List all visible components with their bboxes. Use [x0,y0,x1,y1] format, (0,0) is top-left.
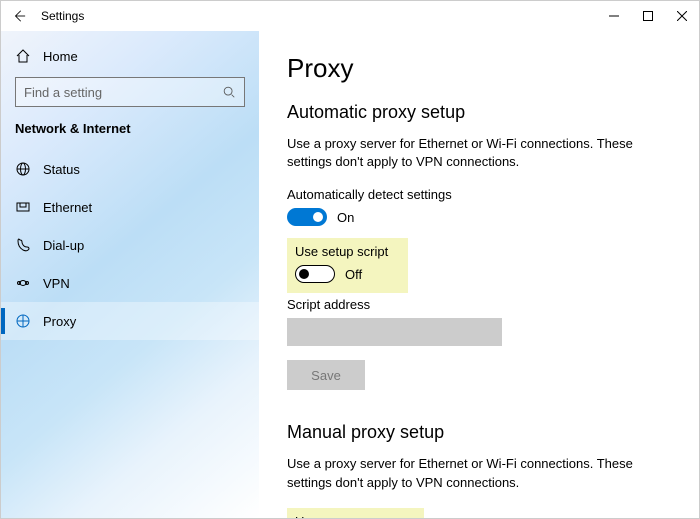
globe-icon [15,161,31,177]
minimize-button[interactable] [597,1,631,31]
vpn-icon [15,275,31,291]
sidebar-item-label: Status [43,162,80,177]
proxy-icon [15,313,31,329]
sidebar-item-proxy[interactable]: Proxy [1,302,259,340]
use-proxy-label: Use a proxy server [295,514,404,518]
phone-icon [15,237,31,253]
highlight-region-proxy: Use a proxy server Off [287,508,424,518]
search-box[interactable] [15,77,245,107]
window-body: Home Network & Internet Status Ethern [1,31,699,518]
save-button[interactable]: Save [287,360,365,390]
sidebar-item-label: Ethernet [43,200,92,215]
close-button[interactable] [665,1,699,31]
toggle-knob [313,212,323,222]
section-heading-manual: Manual proxy setup [287,422,671,443]
window-title: Settings [37,9,84,23]
manual-description: Use a proxy server for Ethernet or Wi-Fi… [287,455,671,491]
script-address-label: Script address [287,297,671,312]
script-address-input[interactable] [287,318,502,346]
auto-detect-toggle-row: On [287,208,671,226]
titlebar: Settings [1,1,699,31]
settings-window: Settings Home [0,0,700,519]
maximize-button[interactable] [631,1,665,31]
auto-detect-toggle[interactable] [287,208,327,226]
arrow-left-icon [12,9,26,23]
auto-detect-label: Automatically detect settings [287,187,671,202]
setup-script-label: Use setup script [295,244,388,259]
minimize-icon [609,11,619,21]
highlight-region-script: Use setup script Off [287,238,408,293]
setup-script-state: Off [345,267,362,282]
sidebar-item-ethernet[interactable]: Ethernet [1,188,259,226]
sidebar-category: Network & Internet [1,119,259,150]
setup-script-toggle[interactable] [295,265,335,283]
page-title: Proxy [287,53,671,84]
search-input[interactable] [24,85,222,100]
sidebar-item-label: Dial-up [43,238,84,253]
auto-detect-state: On [337,210,354,225]
sidebar-item-label: VPN [43,276,70,291]
sidebar-item-label: Home [43,49,78,64]
search-container [1,73,259,119]
toggle-knob [299,269,309,279]
setup-script-toggle-row: Off [295,265,388,283]
auto-description: Use a proxy server for Ethernet or Wi-Fi… [287,135,671,171]
sidebar-item-home[interactable]: Home [1,39,259,73]
close-icon [677,11,687,21]
ethernet-icon [15,199,31,215]
home-icon [15,48,31,64]
sidebar-item-status[interactable]: Status [1,150,259,188]
maximize-icon [643,11,653,21]
content-area[interactable]: Proxy Automatic proxy setup Use a proxy … [259,31,699,518]
window-controls [597,1,699,31]
back-button[interactable] [1,1,37,31]
section-heading-auto: Automatic proxy setup [287,102,671,123]
sidebar-item-label: Proxy [43,314,76,329]
sidebar-item-vpn[interactable]: VPN [1,264,259,302]
sidebar: Home Network & Internet Status Ethern [1,31,259,518]
search-icon [222,85,236,99]
sidebar-item-dialup[interactable]: Dial-up [1,226,259,264]
